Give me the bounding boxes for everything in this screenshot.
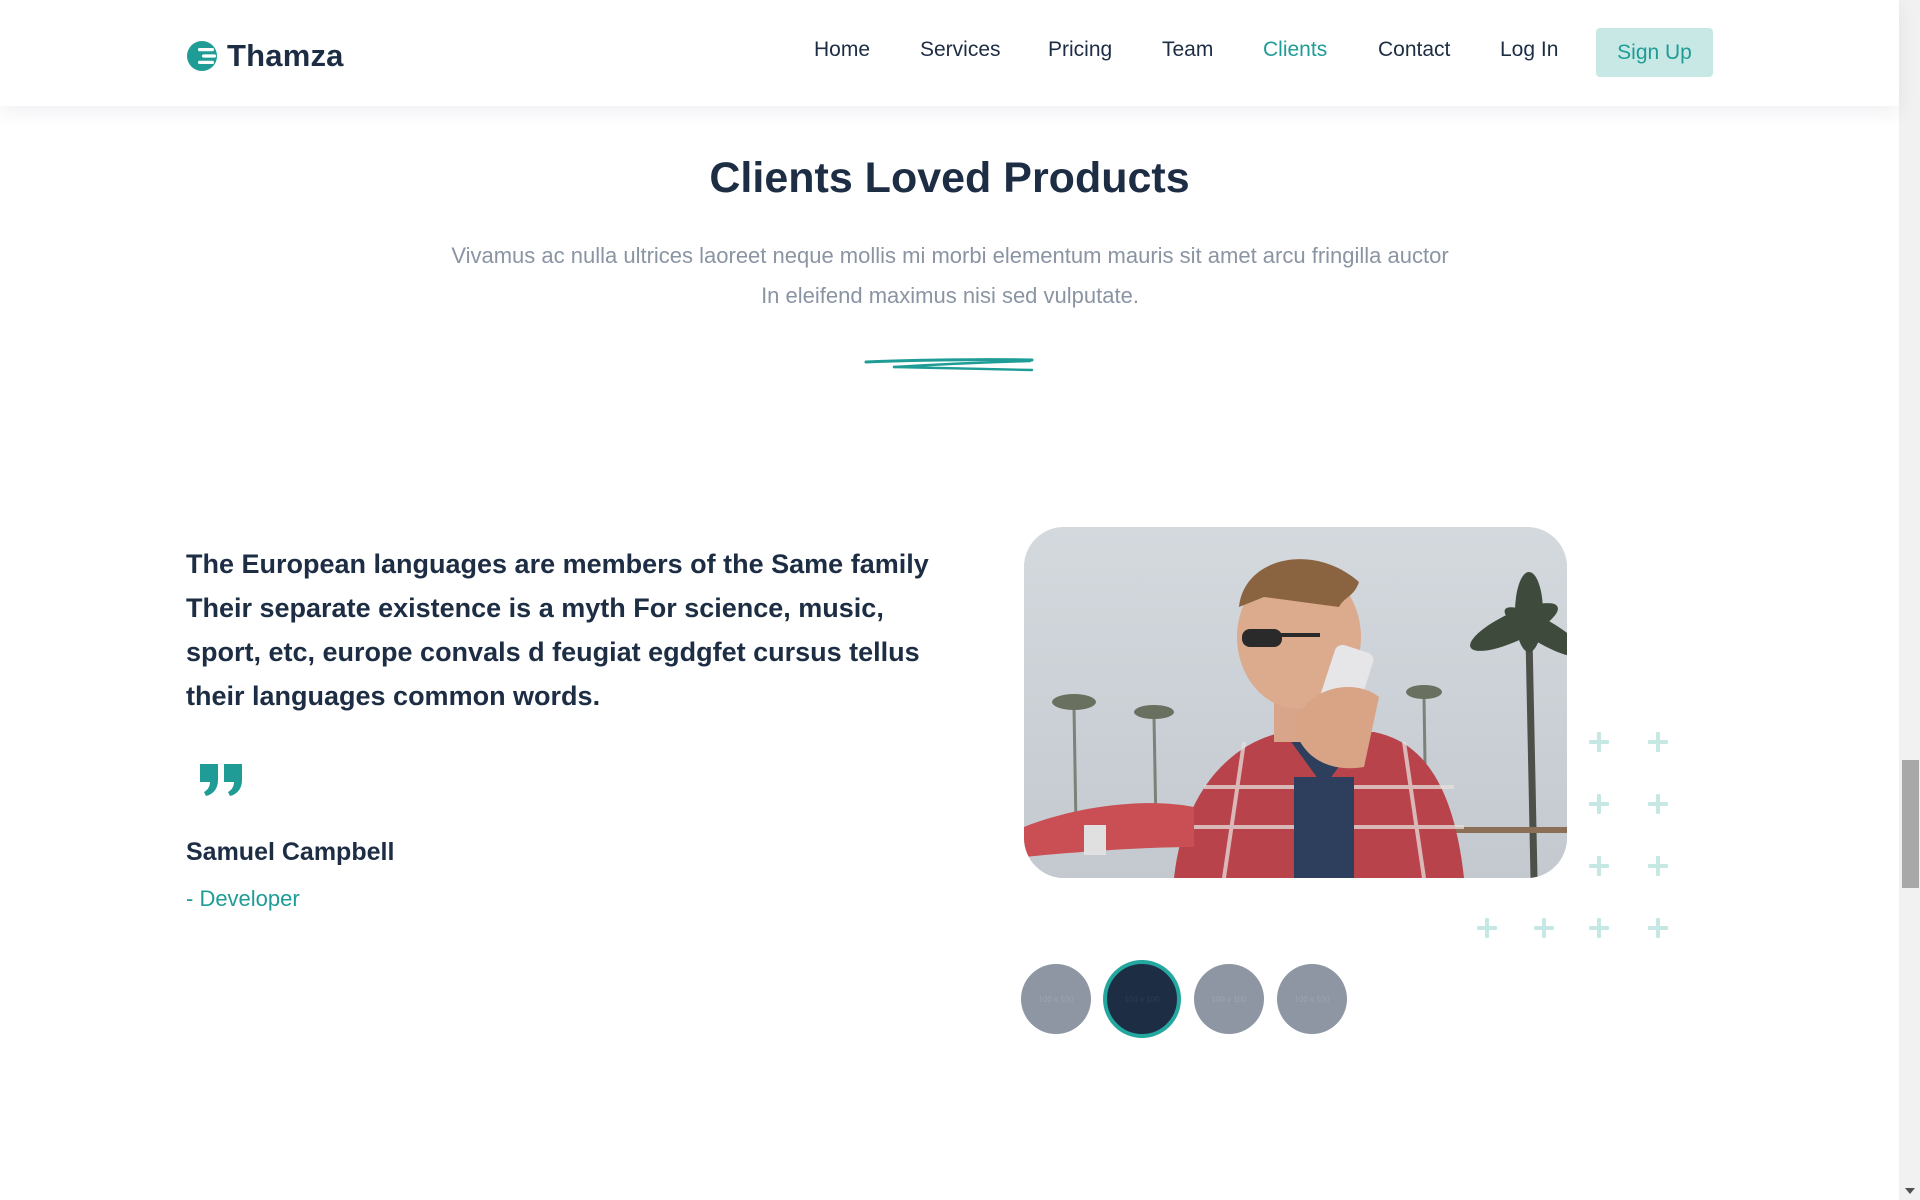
- testimonial-photo: [1024, 527, 1567, 878]
- plus-icon: [1648, 732, 1668, 752]
- plus-icon: [1589, 856, 1609, 876]
- section-title: Clients Loved Products: [709, 154, 1190, 202]
- plus-icon: [1648, 794, 1668, 814]
- plus-icon: [1648, 856, 1668, 876]
- plus-icon: [1648, 918, 1668, 938]
- testimonial-quote: The European languages are members of th…: [186, 549, 929, 711]
- nav-item-contact[interactable]: Contact: [1378, 38, 1450, 62]
- quote-icon: [200, 764, 242, 796]
- nav-item-team[interactable]: Team: [1162, 38, 1213, 62]
- thumbnail-2-active[interactable]: 100 x 100: [1103, 960, 1181, 1038]
- author-name: Samuel Campbell: [186, 838, 395, 866]
- plus-icon: [1477, 918, 1497, 938]
- scrollbar-thumb[interactable]: [1902, 760, 1919, 888]
- plus-icon: [1589, 918, 1609, 938]
- navbar: Thamza Home Services Pricing Team Client…: [0, 0, 1899, 106]
- thumbnail-3[interactable]: 100 x 100: [1194, 964, 1264, 1034]
- section-description: Vivamus ac nulla ultrices laoreet neque …: [451, 243, 1449, 308]
- thumbnail-1[interactable]: 100 x 100: [1021, 964, 1091, 1034]
- plus-icon: [1589, 732, 1609, 752]
- signup-button[interactable]: Sign Up: [1596, 28, 1713, 77]
- scribble-divider: [864, 352, 1034, 376]
- thumbnail-4[interactable]: 100 x 100: [1277, 964, 1347, 1034]
- nav-item-login[interactable]: Log In: [1500, 38, 1558, 62]
- page-scrollbar[interactable]: [1899, 0, 1920, 1200]
- author-role: - Developer: [186, 886, 300, 911]
- nav-item-clients[interactable]: Clients: [1263, 38, 1327, 62]
- nav-item-home[interactable]: Home: [814, 38, 870, 62]
- nav-item-pricing[interactable]: Pricing: [1048, 38, 1112, 62]
- plus-icon: [1534, 918, 1554, 938]
- nav-item-services[interactable]: Services: [920, 38, 1001, 62]
- scroll-down-arrow-icon[interactable]: [1905, 1188, 1915, 1194]
- plus-icon: [1589, 794, 1609, 814]
